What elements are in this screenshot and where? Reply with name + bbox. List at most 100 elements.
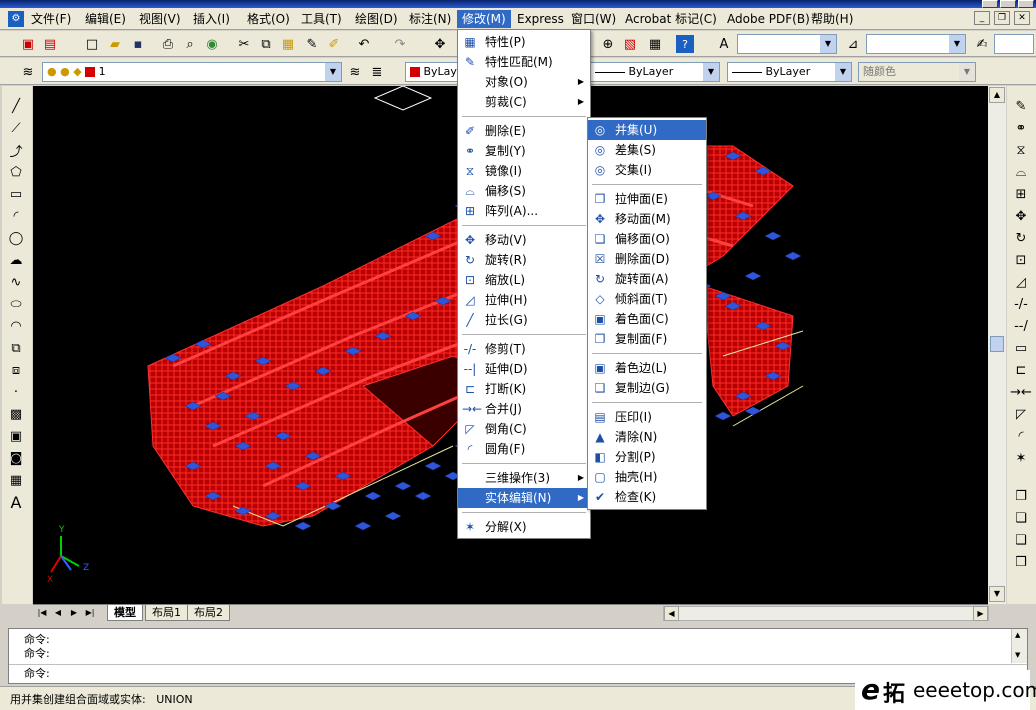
circle-icon[interactable]: ◯ [5,228,27,248]
minimize-button[interactable] [982,0,998,8]
print-icon[interactable]: ⎙ [158,34,178,54]
tab-first-button[interactable]: |◀ [35,606,49,620]
scroll-left-button[interactable]: ◀ [664,606,679,621]
scroll-thumb[interactable] [990,336,1004,352]
tab-next-button[interactable]: ▶ [67,606,81,620]
tab-layout2[interactable]: 布局2 [187,605,230,621]
scale-icon[interactable]: ⊡ [1010,250,1032,270]
bring-above-icon[interactable]: ❒ [1010,552,1032,572]
offset-icon[interactable]: ⌓ [1010,162,1032,182]
menu-modify[interactable]: 修改(M) [457,10,511,28]
line-icon[interactable]: ╱ [5,96,27,116]
ellipse-arc-icon[interactable]: ◠ [5,316,27,336]
chamfer-icon[interactable]: ◸ [1010,404,1032,424]
scroll-up-button[interactable]: ▲ [989,87,1005,103]
modify-menu-item-12[interactable]: ◿ 拉伸(H) [458,290,590,310]
sheet-set-icon[interactable]: ▧ [620,34,640,54]
solid-menu-item-15[interactable]: ◧ 分割(P) [588,447,706,467]
cut-icon[interactable]: ✂ [234,34,254,54]
revision-cloud-icon[interactable]: ☁ [5,250,27,270]
dim-style-combo[interactable]: ▼ [866,34,966,54]
command-scrollbar[interactable]: ▲ ▼ [1011,629,1027,663]
tab-layout1[interactable]: 布局1 [145,605,188,621]
layer-previous-icon[interactable]: ≣ [367,62,387,82]
open-folder-icon[interactable]: ▰ [105,34,125,54]
doc-restore-button[interactable]: ❐ [994,11,1010,25]
menu-dimension[interactable]: 标注(N) [404,10,456,28]
modify-menu-item-2[interactable]: 对象(O) ▶ [458,72,590,92]
solid-menu-item-11[interactable]: ▣ 着色边(L) [588,358,706,378]
make-current-layer-icon[interactable]: ≋ [345,62,365,82]
stretch-icon[interactable]: ◿ [1010,272,1032,292]
bring-front-icon[interactable]: ❏ [1010,508,1032,528]
menu-acrobat[interactable]: Acrobat 标记(C) [620,10,722,28]
modify-menu-item-4[interactable]: ✐ 删除(E) [458,121,590,141]
modify-menu-item-3[interactable]: 剪裁(C) ▶ [458,92,590,112]
pan-icon[interactable]: ✥ [430,34,450,54]
solid-menu-item-12[interactable]: ❑ 复制边(G) [588,378,706,398]
doc-minimize-button[interactable]: _ [974,11,990,25]
hatch-icon[interactable]: ▩ [5,404,27,424]
solid-menu-item-2[interactable]: ◎ 交集(I) [588,160,706,180]
lineweight-combo[interactable]: ByLayer ▼ [727,62,852,82]
menu-insert[interactable]: 插入(I) [188,10,235,28]
print-preview-icon[interactable]: ⌕ [180,34,200,54]
horizontal-scrollbar[interactable]: ◀ ▶ [663,606,989,621]
polygon-icon[interactable]: ⬠ [5,162,27,182]
solid-menu-item-4[interactable]: ✥ 移动面(M) [588,209,706,229]
modify-menu-item-6[interactable]: ⧖ 镜像(I) [458,161,590,181]
solid-menu-item-13[interactable]: ▤ 压印(I) [588,407,706,427]
extend-icon[interactable]: --/ [1010,316,1032,336]
menu-help[interactable]: 帮助(H) [806,10,858,28]
break-at-point-icon[interactable]: ▭ [1010,338,1032,358]
make-block-icon[interactable]: ⧈ [5,360,27,380]
pdf-settings-icon[interactable]: ▤ [40,34,60,54]
scroll-right-button[interactable]: ▶ [973,606,988,621]
send-back-icon[interactable]: ❑ [1010,530,1032,550]
paste-icon[interactable]: ▦ [278,34,298,54]
ellipse-icon[interactable]: ⬭ [5,294,27,314]
modify-menu-item-10[interactable]: ↻ 旋转(R) [458,250,590,270]
menu-express[interactable]: Express [512,10,569,28]
trim-icon[interactable]: -/- [1010,294,1032,314]
explode-icon[interactable]: ✶ [1010,448,1032,468]
redo-icon[interactable]: ↷ [390,34,410,54]
modify-menu-item-21[interactable]: 实体编辑(N) ▶ [458,488,590,508]
layer-manager-icon[interactable]: ≋ [18,62,38,82]
copy-icon[interactable]: ⧉ [256,34,276,54]
menu-view[interactable]: 视图(V) [134,10,186,28]
calculator-icon[interactable]: ▦ [645,34,665,54]
tab-prev-button[interactable]: ◀ [51,606,65,620]
solid-menu-item-5[interactable]: ❏ 偏移面(O) [588,229,706,249]
solid-menu-item-6[interactable]: ☒ 删除面(D) [588,249,706,269]
insert-block-icon[interactable]: ⧉ [5,338,27,358]
erase-icon[interactable]: ✎ [1010,96,1032,116]
modify-menu-item-7[interactable]: ⌓ 偏移(S) [458,181,590,201]
mirror-icon[interactable]: ⧖ [1010,140,1032,160]
close-button[interactable] [1018,0,1034,8]
modify-menu-item-13[interactable]: ╱ 拉长(G) [458,310,590,330]
match-properties-icon[interactable]: ✎ [302,34,322,54]
modify-menu-item-14[interactable]: -/- 修剪(T) [458,339,590,359]
modify-menu-item-20[interactable]: 三维操作(3) ▶ [458,468,590,488]
rotate-icon[interactable]: ↻ [1010,228,1032,248]
command-scroll-down[interactable]: ▼ [1015,651,1020,659]
solid-menu-item-10[interactable]: ❐ 复制面(F) [588,329,706,349]
vertical-scrollbar[interactable]: ▲ ▼ [988,86,1006,604]
copy-object-icon[interactable]: ⚭ [1010,118,1032,138]
modify-menu-item-8[interactable]: ⊞ 阵列(A)... [458,201,590,221]
break-icon[interactable]: ⊏ [1010,360,1032,380]
save-icon[interactable]: ▪ [128,34,148,54]
solid-menu-item-8[interactable]: ◇ 倾斜面(T) [588,289,706,309]
text-style-icon[interactable]: A [714,34,734,54]
modify-menu-item-18[interactable]: ◸ 倒角(C) [458,419,590,439]
solid-menu-item-17[interactable]: ✔ 检查(K) [588,487,706,507]
modify-menu-item-17[interactable]: →← 合并(J) [458,399,590,419]
menu-file[interactable]: 文件(F) [26,10,76,28]
region-icon[interactable]: ◙ [5,448,27,468]
tab-model[interactable]: 模型 [107,605,143,621]
text-style-combo[interactable]: ▼ [737,34,837,54]
fillet-icon[interactable]: ◜ [1010,426,1032,446]
modify-menu-item-16[interactable]: ⊏ 打断(K) [458,379,590,399]
menu-tools[interactable]: 工具(T) [296,10,347,28]
